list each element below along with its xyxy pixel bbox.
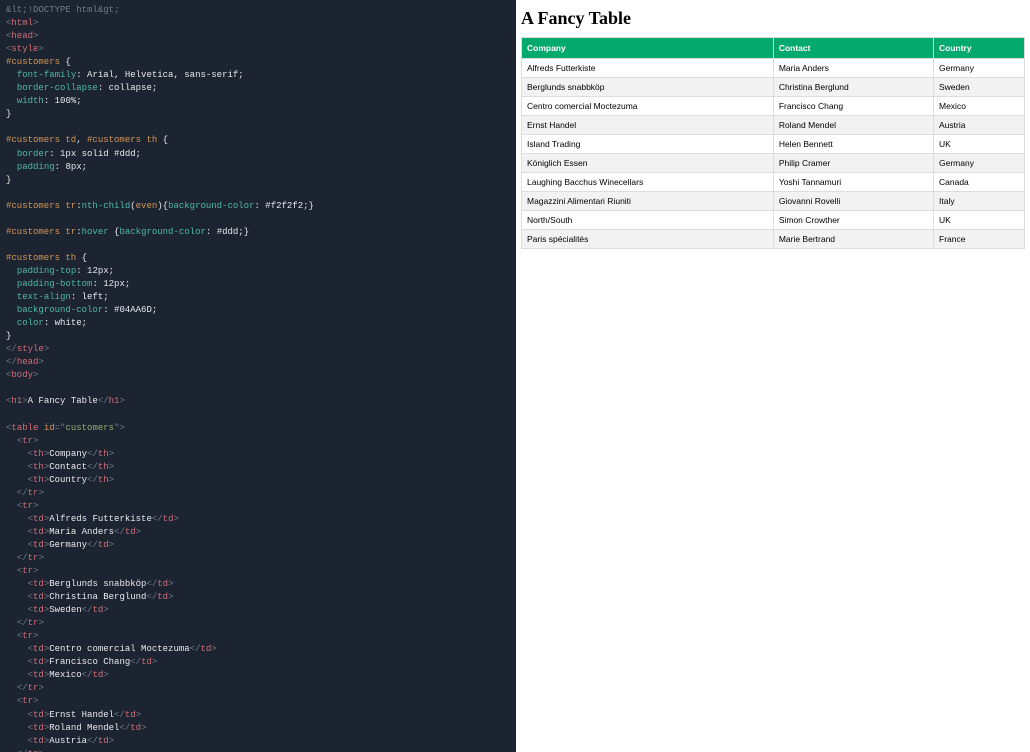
table-cell: Laughing Bacchus Winecellars (522, 173, 774, 192)
table-row: Paris spécialitésMarie BertrandFrance (522, 230, 1025, 249)
table-cell: Philip Cramer (773, 154, 933, 173)
customers-table: Company Contact Country Alfreds Futterki… (521, 37, 1025, 249)
table-cell: UK (934, 135, 1025, 154)
table-row: Centro comercial MoctezumaFrancisco Chan… (522, 97, 1025, 116)
table-cell: UK (934, 211, 1025, 230)
table-cell: Island Trading (522, 135, 774, 154)
table-cell: Mexico (934, 97, 1025, 116)
table-cell: Canada (934, 173, 1025, 192)
table-cell: Magazzini Alimentari Riuniti (522, 192, 774, 211)
table-cell: Sweden (934, 78, 1025, 97)
table-cell: Italy (934, 192, 1025, 211)
table-cell: Alfreds Futterkiste (522, 59, 774, 78)
table-row: Alfreds FutterkisteMaria AndersGermany (522, 59, 1025, 78)
table-cell: Yoshi Tannamuri (773, 173, 933, 192)
table-row: Magazzini Alimentari RiunitiGiovanni Rov… (522, 192, 1025, 211)
table-row: Berglunds snabbköpChristina BerglundSwed… (522, 78, 1025, 97)
table-cell: Marie Bertrand (773, 230, 933, 249)
table-cell: Christina Berglund (773, 78, 933, 97)
table-row: Laughing Bacchus WinecellarsYoshi Tannam… (522, 173, 1025, 192)
col-company: Company (522, 38, 774, 59)
table-cell: Germany (934, 59, 1025, 78)
table-cell: Berglunds snabbköp (522, 78, 774, 97)
table-row: Island TradingHelen BennettUK (522, 135, 1025, 154)
table-row: North/SouthSimon CrowtherUK (522, 211, 1025, 230)
table-cell: Giovanni Rovelli (773, 192, 933, 211)
table-cell: France (934, 230, 1025, 249)
table-cell: Centro comercial Moctezuma (522, 97, 774, 116)
preview-pane: A Fancy Table Company Contact Country Al… (516, 0, 1030, 752)
table-cell: Königlich Essen (522, 154, 774, 173)
table-cell: North/South (522, 211, 774, 230)
table-row: Königlich EssenPhilip CramerGermany (522, 154, 1025, 173)
table-cell: Germany (934, 154, 1025, 173)
code-editor[interactable]: &lt;!DOCTYPE html&gt;<html><head><style>… (0, 0, 516, 752)
col-country: Country (934, 38, 1025, 59)
table-cell: Francisco Chang (773, 97, 933, 116)
col-contact: Contact (773, 38, 933, 59)
table-cell: Austria (934, 116, 1025, 135)
table-cell: Roland Mendel (773, 116, 933, 135)
page-title: A Fancy Table (521, 8, 1025, 29)
table-cell: Helen Bennett (773, 135, 933, 154)
table-cell: Paris spécialités (522, 230, 774, 249)
table-row: Ernst HandelRoland MendelAustria (522, 116, 1025, 135)
table-header-row: Company Contact Country (522, 38, 1025, 59)
table-cell: Maria Anders (773, 59, 933, 78)
table-cell: Ernst Handel (522, 116, 774, 135)
table-cell: Simon Crowther (773, 211, 933, 230)
